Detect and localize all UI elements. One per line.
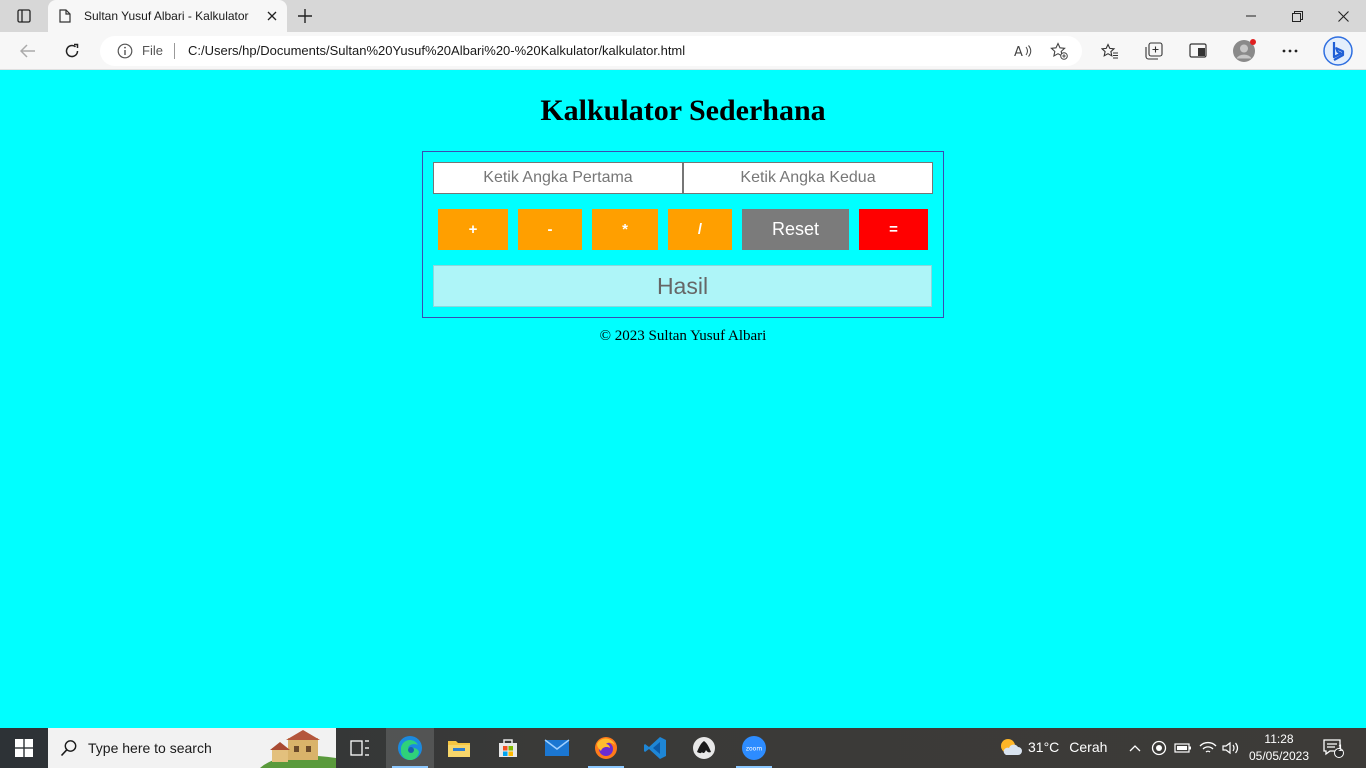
collections-icon[interactable] — [1140, 37, 1168, 65]
tab-actions-icon[interactable] — [8, 4, 40, 28]
battery-icon[interactable] — [1173, 738, 1193, 758]
subtract-button[interactable]: - — [518, 209, 582, 250]
address-bar[interactable]: File C:/Users/hp/Documents/Sultan%20Yusu… — [100, 36, 1082, 66]
windows-logo-icon — [15, 739, 33, 757]
inkscape-icon[interactable] — [680, 728, 728, 768]
address-separator — [174, 43, 175, 59]
second-number-input[interactable] — [683, 162, 933, 194]
weather-widget[interactable]: 31°C Cerah — [998, 737, 1107, 757]
first-number-input[interactable] — [433, 162, 683, 194]
search-highlight-illustration — [260, 728, 336, 768]
zoom-icon[interactable]: zoom — [730, 728, 778, 768]
browser-tab-strip: Sultan Yusuf Albari - Kalkulator — [0, 0, 1366, 32]
search-icon — [60, 739, 78, 762]
page-title: Kalkulator Sederhana — [540, 94, 826, 127]
add-favorite-icon[interactable] — [1048, 41, 1070, 61]
record-icon[interactable] — [1149, 738, 1169, 758]
weather-temperature: 31°C — [1028, 739, 1060, 755]
browser-tab[interactable]: Sultan Yusuf Albari - Kalkulator — [48, 0, 287, 32]
read-aloud-icon[interactable]: A — [1012, 41, 1034, 61]
start-button[interactable] — [0, 728, 48, 768]
weather-description: Cerah — [1069, 739, 1108, 755]
info-icon[interactable] — [117, 43, 133, 64]
more-options-icon[interactable] — [1276, 37, 1304, 65]
volume-icon[interactable] — [1221, 738, 1241, 758]
tab-title: Sultan Yusuf Albari - Kalkulator — [84, 9, 249, 23]
search-placeholder: Type here to search — [88, 740, 212, 756]
file-explorer-icon[interactable] — [435, 728, 483, 768]
notification-center-icon[interactable]: 1 — [1318, 736, 1348, 760]
refresh-button[interactable] — [58, 37, 86, 65]
close-tab-icon[interactable] — [262, 6, 282, 26]
add-button[interactable]: + — [438, 209, 508, 250]
calculator-panel: + - * / Reset = Hasil — [422, 151, 944, 318]
new-tab-button[interactable] — [293, 4, 317, 28]
browser-essentials-icon[interactable] — [1184, 37, 1212, 65]
clock-date: 05/05/2023 — [1248, 749, 1310, 763]
back-button[interactable] — [14, 37, 42, 65]
show-hidden-icons-icon[interactable] — [1125, 738, 1145, 758]
restore-button[interactable] — [1274, 0, 1320, 32]
profile-avatar[interactable] — [1230, 37, 1258, 65]
windows-taskbar: Type here to search zoom 31°C Cerah 11:2… — [0, 728, 1366, 768]
edge-icon[interactable] — [386, 728, 434, 768]
task-view-icon[interactable] — [336, 728, 384, 768]
taskbar-search-box[interactable]: Type here to search — [48, 728, 336, 768]
svg-text:A: A — [1014, 45, 1023, 59]
url-text[interactable]: C:/Users/hp/Documents/Sultan%20Yusuf%20A… — [188, 43, 685, 58]
page-icon — [59, 9, 71, 28]
wifi-icon[interactable] — [1198, 738, 1218, 758]
reset-button[interactable]: Reset — [742, 209, 849, 250]
close-window-button[interactable] — [1320, 0, 1366, 32]
vscode-icon[interactable] — [631, 728, 679, 768]
weather-partly-cloudy-icon — [1001, 739, 1022, 755]
result-display: Hasil — [433, 265, 932, 307]
mail-icon[interactable] — [533, 728, 581, 768]
browser-toolbar: File C:/Users/hp/Documents/Sultan%20Yusu… — [0, 32, 1366, 70]
file-scheme-label: File — [142, 43, 163, 58]
clock-time: 11:28 — [1264, 732, 1294, 746]
equals-button[interactable]: = — [859, 209, 928, 250]
notification-badge: 1 — [1338, 743, 1344, 753]
svg-text:zoom: zoom — [746, 746, 762, 753]
multiply-button[interactable]: * — [592, 209, 658, 250]
bing-copilot-icon[interactable] — [1322, 35, 1354, 67]
footer-copyright: © 2023 Sultan Yusuf Albari — [599, 328, 767, 344]
minimize-button[interactable] — [1228, 0, 1274, 32]
system-clock[interactable]: 11:28 05/05/2023 — [1244, 731, 1314, 765]
microsoft-store-icon[interactable] — [484, 728, 532, 768]
favorites-icon[interactable] — [1096, 37, 1124, 65]
divide-button[interactable]: / — [668, 209, 732, 250]
firefox-icon[interactable] — [582, 728, 630, 768]
